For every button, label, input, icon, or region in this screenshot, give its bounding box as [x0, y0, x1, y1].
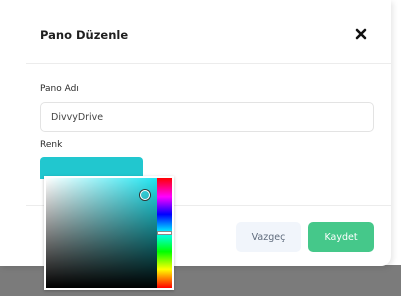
dialog-title: Pano Düzenle	[40, 28, 129, 42]
color-selector-handle[interactable]	[140, 190, 150, 200]
hue-slider-handle[interactable]	[157, 231, 172, 235]
color-picker-popover	[44, 176, 174, 290]
color-label: Renk	[40, 140, 63, 150]
board-name-label: Pano Adı	[40, 84, 79, 94]
header-divider	[26, 63, 391, 64]
save-button[interactable]: Kaydet	[308, 222, 374, 252]
close-icon[interactable]	[353, 26, 369, 42]
cancel-button[interactable]: Vazgeç	[236, 222, 301, 252]
close-icon-glyph	[355, 28, 367, 40]
saturation-brightness-area[interactable]	[46, 178, 157, 288]
hue-slider[interactable]	[157, 178, 172, 288]
board-name-input[interactable]	[40, 102, 374, 132]
